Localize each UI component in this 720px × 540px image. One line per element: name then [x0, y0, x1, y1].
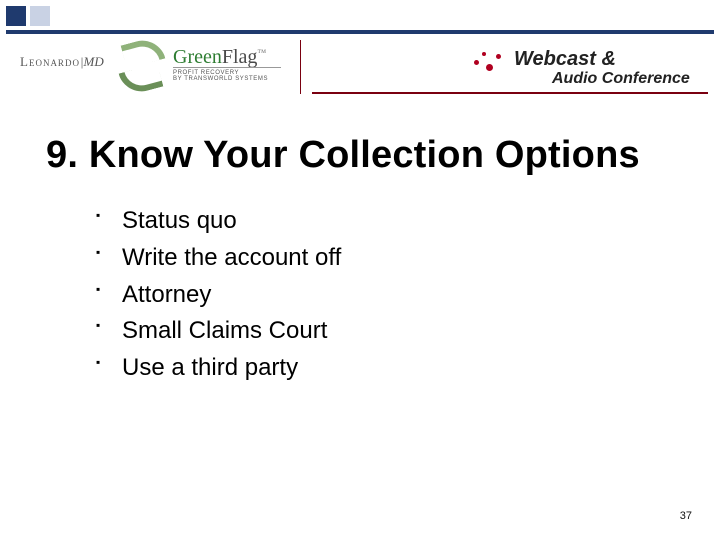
page-number: 37	[680, 510, 692, 522]
bullet-text: Small Claims Court	[122, 317, 327, 344]
slide-title: 9. Know Your Collection Options	[46, 134, 640, 177]
greenflag-rule	[173, 67, 281, 68]
bullet-text: Use a third party	[122, 354, 298, 381]
greenflag-subtitle: PROFIT RECOVERY BY TRANSWORLD SYSTEMS	[173, 70, 268, 82]
list-item: Use a third party	[96, 351, 341, 386]
bullet-text: Write the account off	[122, 244, 341, 271]
greenflag-wordmark: GreenFlag™	[173, 46, 266, 69]
slide-header: Leonardo|MD GreenFlag™ PROFIT RECOVERY B…	[0, 0, 720, 104]
header-vertical-divider	[300, 40, 301, 94]
bullet-text: Status quo	[122, 207, 237, 234]
greenflag-flag: Flag	[222, 46, 258, 68]
list-item: Attorney	[96, 278, 341, 313]
greenflag-logo: GreenFlag™ PROFIT RECOVERY BY TRANSWORLD…	[115, 36, 285, 98]
ampersand: &	[601, 48, 615, 70]
leonardo-md-logo: Leonardo|MD	[20, 54, 104, 70]
accent-square-dark	[6, 6, 26, 26]
list-item: Write the account off	[96, 241, 341, 276]
leonardo-text: Leonardo	[20, 54, 80, 69]
dots-icon	[470, 50, 510, 80]
slide: Leonardo|MD GreenFlag™ PROFIT RECOVERY B…	[0, 0, 720, 540]
webcast-line1: Webcast &	[514, 48, 616, 71]
list-item: Status quo	[96, 204, 341, 239]
webcast-underline	[312, 92, 708, 94]
accent-bar	[6, 30, 714, 34]
recycle-arrows-icon	[115, 36, 175, 96]
trademark-symbol: ™	[257, 47, 266, 57]
list-item: Small Claims Court	[96, 314, 341, 349]
webcast-line2: Audio Conference	[552, 70, 690, 88]
greenflag-green: Green	[173, 46, 222, 68]
bullet-list: Status quo Write the account off Attorne…	[96, 204, 341, 388]
bullet-text: Attorney	[122, 281, 211, 308]
leonardo-suffix: |MD	[80, 54, 104, 69]
accent-square-light	[30, 6, 50, 26]
